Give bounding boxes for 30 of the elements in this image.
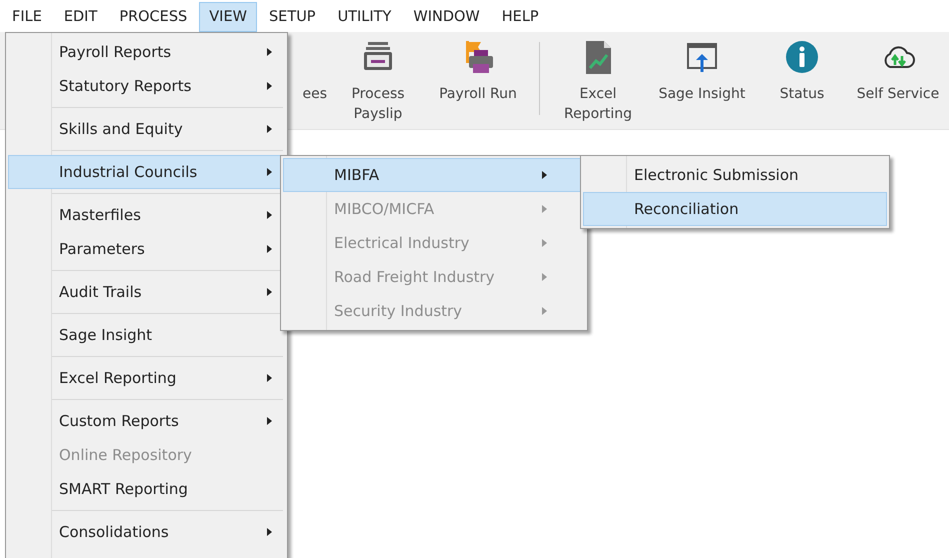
menu-bar-item[interactable]: HELP <box>492 2 549 32</box>
toolbar-button[interactable]: Excel Reporting <box>546 32 650 129</box>
window-upload-icon <box>685 40 719 74</box>
menu-item[interactable]: Parameters <box>8 232 285 266</box>
menu-item[interactable]: Reconciliation <box>583 192 887 226</box>
toolbar-button[interactable]: Status <box>754 32 850 129</box>
menu-item[interactable]: Sage Insight <box>8 318 285 352</box>
menu-bar-item[interactable]: UTILITY <box>328 2 402 32</box>
menu-bar-item[interactable]: PROCESS <box>109 2 198 32</box>
info-icon <box>785 40 819 74</box>
menu-item[interactable]: Audit Trails <box>8 275 285 309</box>
toolbar-button[interactable]: Self Service <box>850 32 946 129</box>
menu-bar-item[interactable]: VIEW <box>199 2 257 32</box>
menu-item[interactable]: Payroll Reports <box>8 35 285 69</box>
menu-item[interactable]: Masterfiles <box>8 198 285 232</box>
menu-item[interactable]: SMART Reporting <box>8 472 285 506</box>
menu-item[interactable]: Electronic Submission <box>583 158 887 192</box>
menu-bar-item[interactable]: SETUP <box>258 2 326 32</box>
toolbar-button[interactable]: Payroll Run <box>423 32 533 129</box>
menu-bar-item[interactable]: FILE <box>2 2 52 32</box>
toolbar-button[interactable]: Process Payslip <box>333 32 423 129</box>
menu-bar-item[interactable]: WINDOW <box>403 2 490 32</box>
menu-item[interactable]: Custom Reports <box>8 404 285 438</box>
toolbar-label[interactable]: ees <box>302 84 327 104</box>
menu-item[interactable]: Skills and Equity <box>8 112 285 146</box>
menu-bar-item[interactable]: EDIT <box>54 2 108 32</box>
toolbar-button[interactable]: Sage Insight <box>650 32 754 129</box>
menu-item[interactable]: Excel Reporting <box>8 361 285 395</box>
menu-item[interactable]: Statutory Reports <box>8 69 285 103</box>
menu-item[interactable]: Consolidations <box>8 515 285 549</box>
